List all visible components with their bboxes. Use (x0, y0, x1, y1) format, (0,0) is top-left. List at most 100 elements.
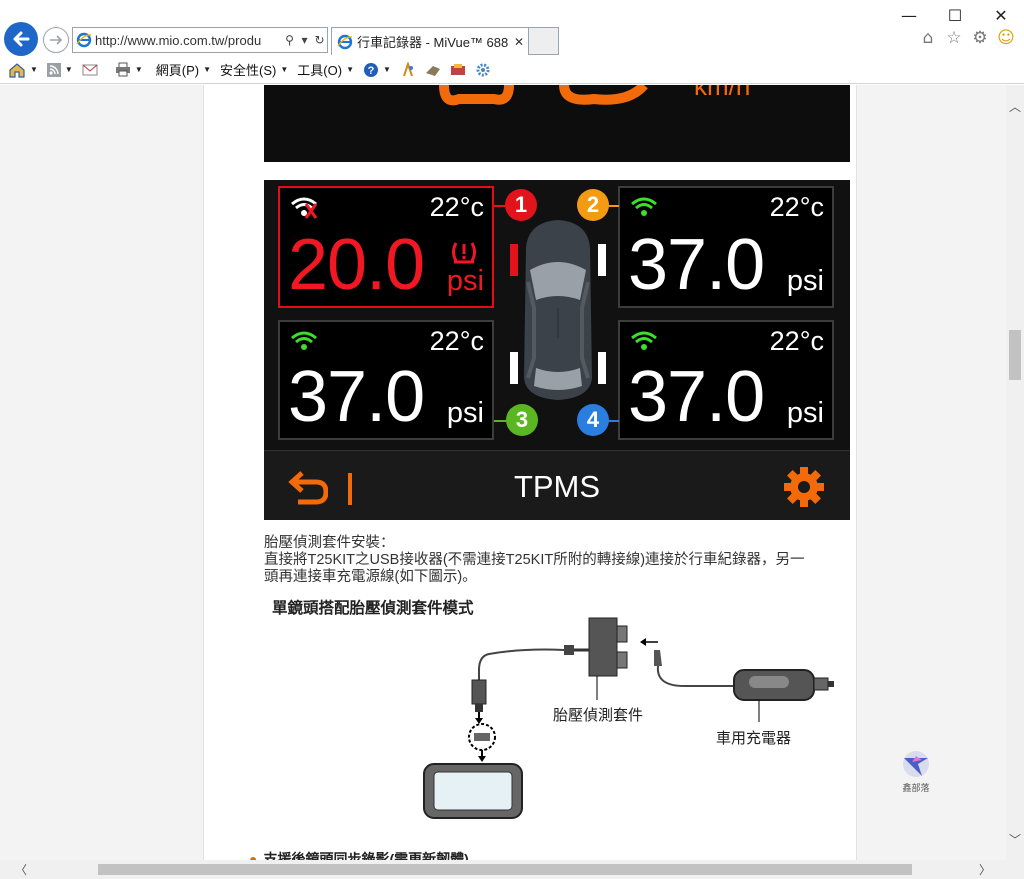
refresh-icon[interactable]: ↻ (312, 33, 327, 47)
kit-label: 胎壓偵測套件 (553, 707, 644, 724)
settings-gear-icon[interactable]: ⚙ (970, 28, 990, 48)
new-tab-button[interactable] (529, 27, 559, 55)
favorites-star-icon[interactable]: ☆ (944, 28, 964, 48)
scroll-right-arrow-icon[interactable]: 〉 (976, 860, 994, 879)
page-viewport: km/h 22°c 20.0 psi 22°c 37.0 psi 22°c 37… (0, 85, 1006, 860)
print-icon (115, 62, 130, 77)
mail-icon (82, 64, 98, 75)
instructions-heading: 胎壓偵測套件安裝： (264, 535, 395, 551)
tire-unit: psi (786, 265, 824, 297)
dropdown-icon[interactable]: ▾ (297, 33, 312, 47)
rss-feed-icon (46, 62, 61, 77)
tire-panel-rear-left: 22°c 37.0 psi (278, 320, 494, 440)
tire-temp: 22°c (429, 192, 484, 222)
tire-badge-1: 1 (505, 189, 537, 221)
close-window-button[interactable]: ✕ (978, 0, 1024, 30)
gear-icon[interactable] (782, 465, 826, 509)
signal-icon (291, 331, 317, 350)
addon-icon (425, 65, 440, 76)
menu-page[interactable]: 網頁(P) ▼ (156, 60, 211, 79)
back-arrow-icon (13, 31, 30, 47)
tab-close-icon[interactable]: ✕ (510, 35, 528, 49)
tire-panel-front-right: 22°c 37.0 psi (618, 186, 834, 308)
tpms-bottom-bar: TPMS (264, 450, 850, 520)
scroll-left-arrow-icon[interactable]: 〈 (12, 860, 30, 879)
title-bar: — ☐ ✕ http://www.mio.com.tw/produ ⚲ ▾ ↻ … (0, 0, 1024, 56)
signal-icon (631, 197, 657, 216)
tire-pressure-warning-icon (452, 242, 476, 264)
gear-icon (476, 63, 490, 76)
vertical-scroll-thumb[interactable] (1009, 330, 1021, 380)
research-icon (402, 61, 413, 76)
tire-panel-rear-right: 22°c 37.0 psi (618, 320, 834, 440)
content-column: km/h 22°c 20.0 psi 22°c 37.0 psi 22°c 37… (203, 85, 930, 860)
maximize-button[interactable]: ☐ (932, 0, 978, 30)
minimize-button[interactable]: — (886, 0, 932, 30)
scrollbar-corner (1006, 860, 1024, 879)
tire-badge-2: 2 (577, 189, 609, 221)
help-icon: ? (364, 62, 378, 77)
tire-pressure: 37.0 (628, 357, 765, 437)
tire-unit: psi (446, 265, 484, 297)
instructions-line: 直接將T25KIT之USB接收器(不需連接T25KIT所附的轉接線)連接於行車紀… (264, 552, 805, 568)
addon-button-2[interactable] (450, 63, 466, 77)
scroll-down-arrow-icon[interactable]: ﹀ (1006, 830, 1024, 848)
toolbar-right: ⌂ ☆ ⚙ ☺ (918, 28, 1016, 48)
smiley-icon[interactable]: ☺ (996, 28, 1016, 48)
svg-text:km/h: km/h (694, 85, 750, 101)
tire-panel-front-left: 22°c 20.0 psi (278, 186, 494, 308)
signal-icon (631, 331, 657, 350)
print-button[interactable]: ▼ (115, 62, 143, 77)
install-instructions: 胎壓偵測套件安裝： 直接將T25KIT之USB接收器(不需連接T25KIT所附的… (264, 535, 844, 586)
watermark-text: 鑫部落 (902, 783, 930, 793)
tire-temp: 22°c (429, 326, 484, 356)
address-bar[interactable]: http://www.mio.com.tw/produ ⚲ ▾ ↻ (72, 27, 328, 53)
bullet-icon: ● (249, 851, 258, 860)
back-button[interactable] (4, 22, 38, 56)
help-button[interactable]: ? ▼ (363, 62, 391, 78)
feeds-button[interactable]: ▼ (46, 62, 73, 77)
menu-tools-label: 工具(O) (297, 63, 343, 78)
svg-text:?: ? (368, 65, 375, 77)
ie-logo-icon (337, 34, 353, 49)
horizontal-scroll-thumb[interactable] (98, 864, 912, 875)
forward-arrow-icon (50, 35, 63, 45)
tire-badge-3: 3 (506, 404, 538, 436)
home-icon (9, 62, 25, 78)
search-icon[interactable]: ⚲ (282, 33, 297, 47)
menu-page-label: 網頁(P) (155, 63, 200, 78)
addon-button-1[interactable] (425, 63, 441, 77)
addon-button-3[interactable] (475, 62, 491, 78)
site-logo-icon (903, 751, 929, 777)
tire-temp: 22°c (769, 326, 824, 356)
tire-unit: psi (786, 397, 824, 429)
window-controls: — ☐ ✕ (886, 0, 1024, 30)
url-text[interactable]: http://www.mio.com.tw/produ (95, 33, 282, 48)
signal-lost-icon (291, 197, 318, 219)
tab-active[interactable]: 行車記錄器 - MiVue™ 688 ... ✕ (331, 27, 529, 55)
scroll-up-arrow-icon[interactable]: ︿ (1006, 97, 1024, 115)
tire-unit: psi (446, 397, 484, 429)
speed-display-image: km/h (264, 85, 850, 162)
home-button[interactable]: ▼ (8, 62, 38, 78)
horizontal-scrollbar[interactable]: 〈 〉 (0, 860, 1006, 879)
research-button[interactable] (400, 61, 416, 78)
tire-pressure: 37.0 (288, 357, 425, 437)
site-watermark: 鑫部落 (898, 750, 934, 794)
menu-safety[interactable]: 安全性(S) ▼ (220, 60, 288, 79)
tpms-title: TPMS (513, 469, 601, 504)
vertical-scrollbar[interactable]: ︿ ﹀ (1006, 85, 1024, 860)
home-icon[interactable]: ⌂ (918, 28, 938, 48)
car-top-view-icon (510, 220, 606, 400)
charger-label: 車用充電器 (716, 730, 792, 747)
tire-badge-4: 4 (577, 404, 609, 436)
command-bar: ▼ ▼ ▼ 網頁(P) ▼ 安全性(S) ▼ 工具(O) ▼ ? ▼ (0, 56, 1024, 84)
menu-tools[interactable]: 工具(O) ▼ (297, 60, 354, 79)
ie-logo-icon (73, 32, 95, 48)
forward-button[interactable] (43, 27, 69, 53)
installation-diagram: 單鏡頭搭配胎壓偵測套件模式 胎壓偵測套件 車用充電器 (264, 590, 844, 830)
mail-button[interactable] (82, 64, 98, 76)
instructions-line: 頭再連接車充電源線(如下圖示)。 (264, 569, 477, 585)
next-feature-text: 支援後鏡頭同步錄影(需更新韌體) (263, 851, 469, 860)
tire-temp: 22°c (769, 192, 824, 222)
